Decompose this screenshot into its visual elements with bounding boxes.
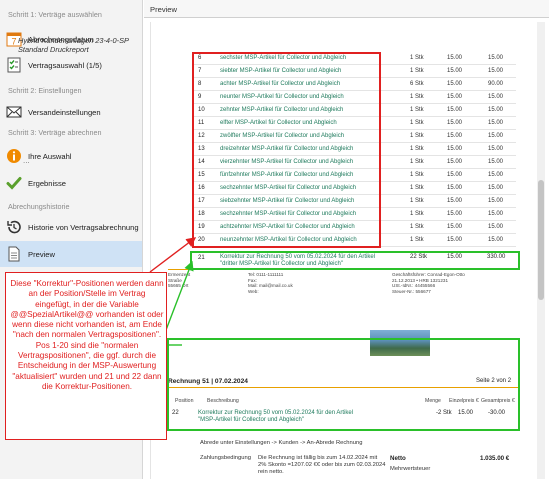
sidebar-item-label: Versandeinstellungen — [28, 107, 101, 117]
table-cell-q: 1 Stk — [410, 198, 424, 204]
table-cell-t: 15.00 — [488, 120, 504, 126]
tab-preview[interactable]: Preview — [144, 0, 549, 18]
table-cell-t: 15.00 — [488, 94, 504, 100]
tab-label: Preview — [150, 5, 178, 14]
mwst-label: Mehrwertsteuer — [390, 466, 431, 472]
info-icon — [6, 148, 22, 164]
table-cell-q: 1 Stk — [410, 94, 424, 100]
highlight-green-box-row22 — [167, 338, 520, 431]
table-cell-p: 15.00 — [447, 237, 463, 243]
document-icon — [6, 246, 22, 262]
table-cell-q: 1 Stk — [410, 107, 424, 113]
zahlungsbedingung-text: Die Rechnung ist fällig bis zum 14.02.20… — [258, 455, 386, 475]
sidebar-item-label: Historie von Vertragsabrechnung — [28, 222, 139, 232]
table-cell-q: 1 Stk — [410, 211, 424, 217]
table-cell-p: 15.00 — [447, 185, 463, 191]
sidebar-item-label: Preview — [28, 249, 56, 259]
table-cell-p: 15.00 — [447, 198, 463, 204]
highlight-green-box-row21 — [190, 251, 520, 270]
history-icon — [6, 219, 22, 235]
section-step3: Schritt 3: Verträge abrechnen — [8, 128, 102, 137]
table-cell-t: 15.00 — [488, 159, 504, 165]
table-cell-p: 15.00 — [447, 211, 463, 217]
table-cell-p: 15.00 — [447, 224, 463, 230]
highlight-red-box — [192, 52, 381, 248]
table-cell-p: 15.00 — [447, 146, 463, 152]
netto-label: Netto — [390, 455, 406, 462]
sidebar-item-ergebnisse[interactable]: Ergebnisse — [6, 172, 139, 194]
table-cell-q: 1 Stk — [410, 146, 424, 152]
sidebar-item-label: Ergebnisse — [28, 178, 66, 188]
table-cell-t: 15.00 — [488, 107, 504, 113]
sidebar-item-historie[interactable]: Historie von Vertragsabrechnung — [6, 216, 139, 238]
table-cell-p: 15.00 — [447, 68, 463, 74]
sidebar-item-label: Vertragsauswahl (1/5) — [28, 60, 102, 70]
doc-title: Hybrid Kundenanlagen 23-4-0-SP Standard … — [18, 36, 129, 54]
scrollbar-thumb[interactable] — [538, 180, 544, 300]
table-cell-p: 15.00 — [447, 172, 463, 178]
table-cell-p: 15.00 — [447, 81, 463, 87]
table-cell-p: 15.00 — [447, 133, 463, 139]
sidebar-item-versandeinstellungen[interactable]: Versandeinstellungen — [6, 101, 139, 123]
envelope-icon — [6, 104, 22, 120]
table-cell-p: 15.00 — [447, 120, 463, 126]
section-history: Abrechungshistorie — [8, 202, 70, 211]
table-cell-t: 90.00 — [488, 81, 504, 87]
table-cell-t: 15.00 — [488, 185, 504, 191]
table-cell-t: 15.00 — [488, 224, 504, 230]
svg-text:7: 7 — [11, 37, 16, 47]
table-cell-t: 15.00 — [488, 133, 504, 139]
footer-address: Ermenzent Straße 55665 Ort — [168, 272, 191, 289]
table-cell-q: 1 Stk — [410, 133, 424, 139]
checklist-icon — [6, 57, 22, 73]
table-cell-t: 15.00 — [488, 55, 504, 61]
sidebar-item-label: Ihre Auswahl — [28, 151, 72, 161]
section-step1: Schritt 1: Verträge auswählen — [8, 10, 102, 19]
table-cell-p: 15.00 — [447, 55, 463, 61]
abrede-text: Abrede unter Einstellungen -> Kunden -> … — [200, 440, 363, 446]
table-cell-q: 6 Stk — [410, 81, 424, 87]
table-cell-p: 15.00 — [447, 159, 463, 165]
table-cell-q: 1 Stk — [410, 185, 424, 191]
table-cell-q: 1 Stk — [410, 237, 424, 243]
footer-company: Geschäftsführer: Conrad-Egon-Otto 21.12.… — [392, 272, 465, 294]
sidebar-item-preview[interactable]: Preview — [0, 241, 142, 267]
section-step2: Schritt 2: Einstellungen — [8, 86, 82, 95]
checkmark-icon — [6, 175, 22, 191]
table-cell-q: 1 Stk — [410, 224, 424, 230]
table-cell-p: 15.00 — [447, 107, 463, 113]
ellipsis: ... — [23, 156, 30, 165]
table-cell-q: 1 Stk — [410, 68, 424, 74]
table-cell-q: 1 Stk — [410, 120, 424, 126]
table-cell-t: 15.00 — [488, 198, 504, 204]
footer-contact: Tel: 0111-1111111 Fax: Mail: mail@mail.c… — [248, 272, 293, 294]
table-cell-t: 15.00 — [488, 211, 504, 217]
table-cell-t: 15.00 — [488, 146, 504, 152]
table-cell-t: 15.00 — [488, 68, 504, 74]
annotation-callout: Diese "Korrektur"-Positionen werden dann… — [5, 272, 167, 440]
table-cell-q: 1 Stk — [410, 55, 424, 61]
table-cell-q: 1 Stk — [410, 159, 424, 165]
table-cell-t: 15.00 — [488, 172, 504, 178]
netto-value: 1.035.00 € — [480, 455, 510, 462]
sidebar-item-vertragsauswahl[interactable]: Vertragsauswahl (1/5) — [6, 54, 139, 76]
table-cell-p: 15.00 — [447, 94, 463, 100]
zahlungsbedingung-label: Zahlungsbedingung — [200, 455, 251, 461]
table-cell-q: 1 Stk — [410, 172, 424, 178]
table-cell-t: 15.00 — [488, 237, 504, 243]
